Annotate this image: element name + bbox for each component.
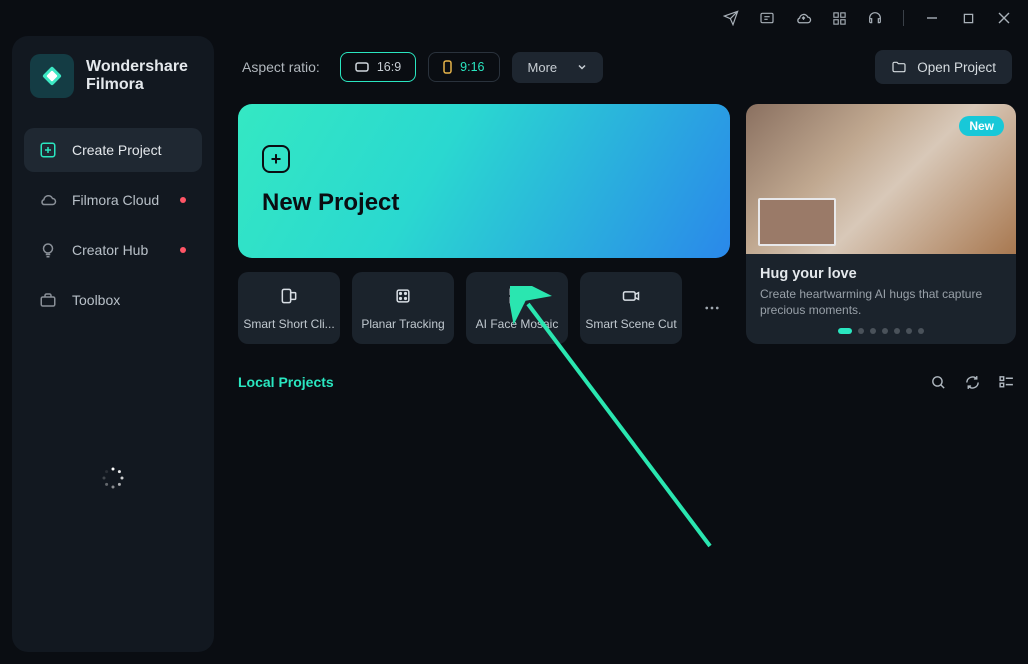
aspect-ratio-9-16[interactable]: 9:16 <box>428 52 499 82</box>
sidebar-item-label: Toolbox <box>72 292 120 308</box>
aspect-ratio-toolbar: Aspect ratio: 16:9 9:16 More Open Projec… <box>238 36 1016 104</box>
dot[interactable] <box>870 328 876 334</box>
app-shell: Wondershare Filmora Create Project Filmo… <box>0 36 1028 664</box>
brand-logo-icon <box>30 54 74 98</box>
dot[interactable] <box>858 328 864 334</box>
new-project-title: New Project <box>262 189 706 217</box>
plus-icon: + <box>262 145 290 173</box>
dot[interactable] <box>882 328 888 334</box>
folder-icon <box>891 59 907 75</box>
tool-planar-tracking[interactable]: Planar Tracking <box>352 272 454 344</box>
notification-dot <box>180 197 186 203</box>
local-actions <box>928 372 1016 392</box>
mosaic-icon <box>507 286 527 309</box>
apps-icon[interactable] <box>823 4 855 32</box>
sidebar-item-create-project[interactable]: Create Project <box>24 128 202 172</box>
tracking-icon <box>393 286 413 309</box>
sidebar: Wondershare Filmora Create Project Filmo… <box>12 36 214 652</box>
clip-icon <box>279 286 299 309</box>
brand-name: Wondershare Filmora <box>86 58 188 95</box>
sidebar-item-label: Creator Hub <box>72 242 148 258</box>
tool-smart-short-clip[interactable]: Smart Short Cli... <box>238 272 340 344</box>
refresh-icon <box>964 374 981 391</box>
feature-thumbnail <box>758 198 836 246</box>
aspect-ratio-more[interactable]: More <box>512 52 604 83</box>
local-projects-bar: Local Projects <box>238 372 1016 392</box>
local-projects-title: Local Projects <box>238 374 334 390</box>
dot[interactable] <box>894 328 900 334</box>
search-icon <box>930 374 947 391</box>
message-icon[interactable] <box>751 4 783 32</box>
feature-title: Hug your love <box>760 266 1002 282</box>
sidebar-item-creator-hub[interactable]: Creator Hub <box>24 228 202 272</box>
maximize-button[interactable] <box>952 4 984 32</box>
aspect-ratio-16-9[interactable]: 16:9 <box>340 52 416 82</box>
loading-area <box>24 322 202 634</box>
chevron-down-icon <box>577 62 587 72</box>
feature-image: New <box>746 104 1016 254</box>
send-icon[interactable] <box>715 4 747 32</box>
ratio-text: 9:16 <box>460 60 484 74</box>
list-icon <box>998 374 1015 391</box>
cloud-icon <box>38 190 58 210</box>
tools-row: Smart Short Cli... Planar Tracking AI Fa… <box>238 272 730 344</box>
feature-card[interactable]: New Hug your love Create heartwarming AI… <box>746 104 1016 344</box>
carousel-dots[interactable] <box>746 328 1016 344</box>
tool-label: AI Face Mosaic <box>476 317 559 331</box>
feature-text: Hug your love Create heartwarming AI hug… <box>746 254 1016 328</box>
brand: Wondershare Filmora <box>24 54 202 120</box>
scene-cut-icon <box>621 286 641 309</box>
support-icon[interactable] <box>859 4 891 32</box>
sidebar-item-label: Filmora Cloud <box>72 192 159 208</box>
search-button[interactable] <box>928 372 948 392</box>
tool-label: Planar Tracking <box>361 317 444 331</box>
open-project-label: Open Project <box>917 60 996 75</box>
tool-label: Smart Short Cli... <box>243 317 334 331</box>
main-content: Aspect ratio: 16:9 9:16 More Open Projec… <box>214 36 1028 664</box>
dots-icon <box>703 299 721 317</box>
toolbox-icon <box>38 290 58 310</box>
tool-smart-scene-cut[interactable]: Smart Scene Cut <box>580 272 682 344</box>
separator <box>903 10 904 26</box>
titlebar <box>0 0 1028 36</box>
sidebar-nav: Create Project Filmora Cloud Creator Hub… <box>24 128 202 322</box>
tools-more-button[interactable] <box>694 272 730 344</box>
new-badge: New <box>959 116 1004 136</box>
view-toggle-button[interactable] <box>996 372 1016 392</box>
dot[interactable] <box>918 328 924 334</box>
tool-ai-face-mosaic[interactable]: AI Face Mosaic <box>466 272 568 344</box>
feature-description: Create heartwarming AI hugs that capture… <box>760 286 1002 318</box>
cloud-icon[interactable] <box>787 4 819 32</box>
close-button[interactable] <box>988 4 1020 32</box>
sidebar-item-toolbox[interactable]: Toolbox <box>24 278 202 322</box>
more-label: More <box>528 60 558 75</box>
notification-dot <box>180 247 186 253</box>
loading-spinner-icon <box>101 466 125 490</box>
refresh-button[interactable] <box>962 372 982 392</box>
portrait-icon <box>443 60 452 74</box>
plus-square-icon <box>38 140 58 160</box>
ratio-text: 16:9 <box>377 60 401 74</box>
new-project-card[interactable]: + New Project <box>238 104 730 258</box>
open-project-button[interactable]: Open Project <box>875 50 1012 84</box>
bulb-icon <box>38 240 58 260</box>
landscape-icon <box>355 62 369 72</box>
hero-row: + New Project Smart Short Cli... Planar … <box>238 104 1016 344</box>
dot-active[interactable] <box>838 328 852 334</box>
aspect-ratio-label: Aspect ratio: <box>242 59 320 75</box>
tool-label: Smart Scene Cut <box>585 317 676 331</box>
sidebar-item-label: Create Project <box>72 142 161 158</box>
sidebar-item-filmora-cloud[interactable]: Filmora Cloud <box>24 178 202 222</box>
dot[interactable] <box>906 328 912 334</box>
minimize-button[interactable] <box>916 4 948 32</box>
